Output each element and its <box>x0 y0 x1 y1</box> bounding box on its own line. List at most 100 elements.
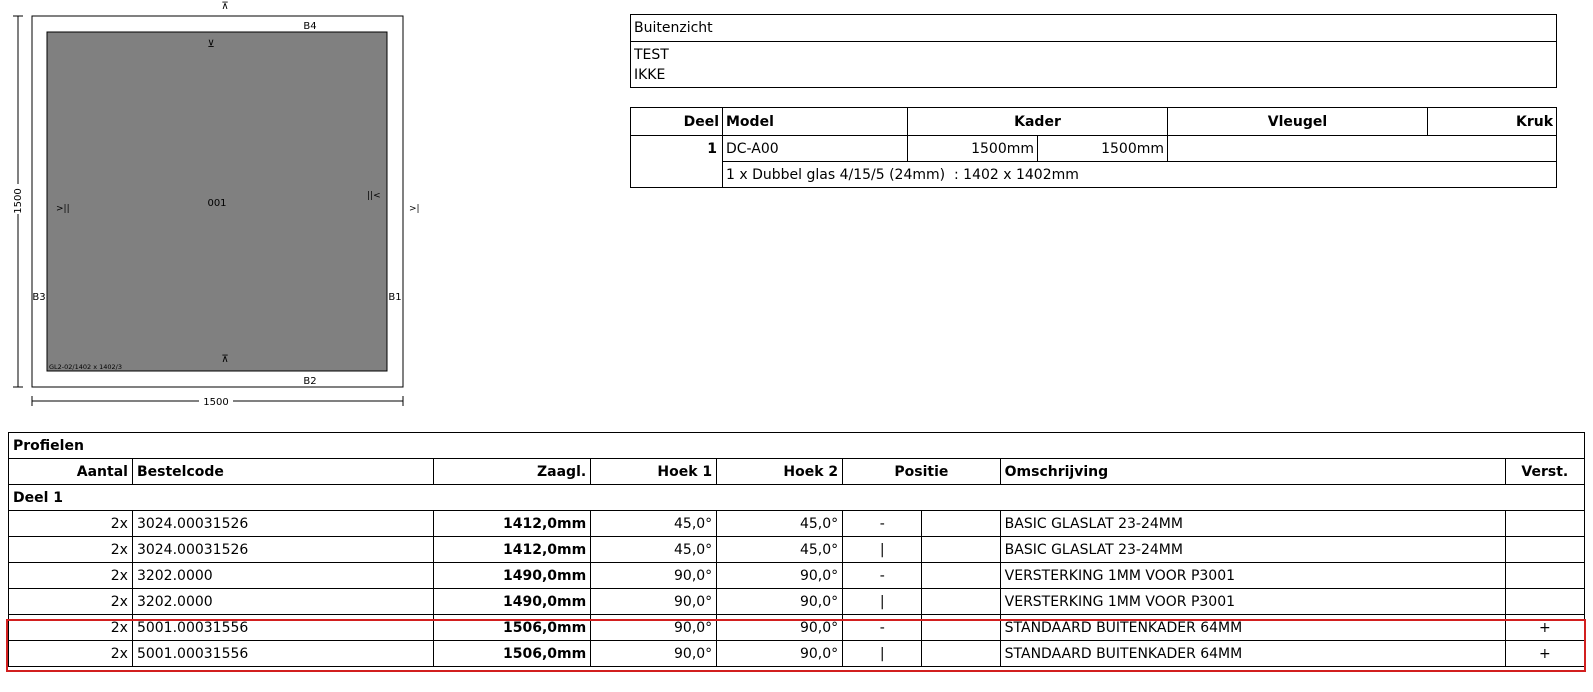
cell-bestelcode: 5001.00031556 <box>131 640 434 667</box>
table-row: 2x 5001.00031556 1506,0mm 90,0° 90,0° | STANDA… <box>8 640 1586 667</box>
cell-hoek2: 90,0° <box>716 588 844 615</box>
view-line-1: TEST <box>634 47 669 63</box>
table-row: 2x 3202.0000 1490,0mm 90,0° 90,0° - VERSTERKIN… <box>8 562 1586 589</box>
cell-hoek2: 45,0° <box>716 510 844 537</box>
header-hoek2: Hoek 2 <box>716 458 844 485</box>
cell-hoek1: 45,0° <box>590 510 718 537</box>
panel-top-mark: ⊻ <box>207 39 214 50</box>
panel-label: 001 <box>207 198 226 209</box>
cell-verst: + <box>1504 614 1586 641</box>
cell-positie: - <box>842 562 923 589</box>
header-aantal: Aantal <box>8 458 133 485</box>
label-b1: B1 <box>388 292 401 303</box>
cell-positie: | <box>842 536 923 563</box>
cell-omschrijving: VERSTERKING 1MM VOOR P3001 <box>999 562 1506 589</box>
parts-glass-line: 1 x Dubbel glas 4/15/5 (24mm) : 1402 x 1… <box>726 167 1079 183</box>
cell-zaagl: 1506,0mm <box>432 640 592 667</box>
width-dimension: 1500 <box>203 397 228 408</box>
positie-spacer-cell <box>921 562 1001 589</box>
cell-zaagl: 1412,0mm <box>432 536 592 563</box>
panel-bottom-mark: ⊼ <box>221 354 228 365</box>
cell-hoek2: 90,0° <box>716 562 844 589</box>
parts-header-vleugel: Vleugel <box>1267 114 1328 130</box>
window-drawing: ⊼ B4 B2 B3 B1 ⊻ ⊼ 001 >|| ||< >| GL2-02/… <box>12 1 420 408</box>
parts-header-kruk: Kruk <box>1515 114 1553 130</box>
positie-spacer-cell <box>921 588 1001 615</box>
outer-right-mark: >| <box>409 204 420 214</box>
cell-bestelcode: 3024.00031526 <box>131 510 434 537</box>
cell-positie: | <box>842 640 923 667</box>
positie-spacer-cell <box>921 510 1001 537</box>
cell-bestelcode: 3024.00031526 <box>131 536 434 563</box>
parts-kader-height: 1500mm <box>1101 141 1164 157</box>
cell-verst <box>1504 588 1586 615</box>
header-bestelcode: Bestelcode <box>131 458 434 485</box>
cell-positie: - <box>842 510 923 537</box>
header-positie: Positie <box>842 458 1001 485</box>
label-b3: B3 <box>32 292 45 303</box>
cell-hoek1: 90,0° <box>590 614 718 641</box>
cell-hoek2: 45,0° <box>716 536 844 563</box>
cell-omschrijving: VERSTERKING 1MM VOOR P3001 <box>999 588 1506 615</box>
table-row: 2x 3024.00031526 1412,0mm 45,0° 45,0° - BASIC … <box>8 510 1586 537</box>
table-row: 2x 3202.0000 1490,0mm 90,0° 90,0° | VERSTERKIN… <box>8 588 1586 615</box>
cell-zaagl: 1490,0mm <box>432 562 592 589</box>
view-box: Buitenzicht TEST IKKE <box>630 14 1557 88</box>
cell-zaagl: 1506,0mm <box>432 614 592 641</box>
header-hoek1: Hoek 1 <box>590 458 718 485</box>
cell-aantal: 2x <box>8 510 133 537</box>
cell-omschrijving: STANDAARD BUITENKADER 64MM <box>999 614 1506 641</box>
cell-omschrijving: BASIC GLASLAT 23-24MM <box>999 536 1506 563</box>
cell-zaagl: 1412,0mm <box>432 510 592 537</box>
parts-header-model: Model <box>726 114 774 130</box>
cell-omschrijving: BASIC GLASLAT 23-24MM <box>999 510 1506 537</box>
cell-aantal: 2x <box>8 588 133 615</box>
hinge-left-mark: >|| <box>56 204 70 214</box>
cell-bestelcode: 3202.0000 <box>131 562 434 589</box>
cell-hoek2: 90,0° <box>716 640 844 667</box>
cell-positie: | <box>842 588 923 615</box>
cell-aantal: 2x <box>8 562 133 589</box>
cell-omschrijving: STANDAARD BUITENKADER 64MM <box>999 640 1506 667</box>
cell-verst: + <box>1504 640 1586 667</box>
hinge-right-mark: ||< <box>367 191 381 201</box>
cell-aantal: 2x <box>8 536 133 563</box>
cell-hoek1: 90,0° <box>590 588 718 615</box>
table-row: 2x 3024.00031526 1412,0mm 45,0° 45,0° | BASIC … <box>8 536 1586 563</box>
cell-zaagl: 1490,0mm <box>432 588 592 615</box>
cell-verst <box>1504 536 1586 563</box>
profielen-table: Profielen Aantal Bestelcode Zaagl. Hoek … <box>8 432 1586 667</box>
cell-verst <box>1504 510 1586 537</box>
header-omschrijving: Omschrijving <box>999 458 1506 485</box>
parts-header-kader: Kader <box>1014 114 1061 130</box>
positie-spacer-cell <box>921 536 1001 563</box>
label-b4: B4 <box>303 21 316 32</box>
parts-header-deel: Deel <box>683 114 719 130</box>
cell-hoek1: 90,0° <box>590 640 718 667</box>
profielen-header-row: Aantal Bestelcode Zaagl. Hoek 1 Hoek 2 P… <box>8 458 1586 485</box>
table-row: 2x 5001.00031556 1506,0mm 90,0° 90,0° - STANDA… <box>8 614 1586 641</box>
cell-bestelcode: 5001.00031556 <box>131 614 434 641</box>
cell-positie: - <box>842 614 923 641</box>
profielen-title: Profielen <box>8 432 1585 459</box>
cell-aantal: 2x <box>8 614 133 641</box>
positie-spacer-cell <box>921 640 1001 667</box>
cell-hoek1: 45,0° <box>590 536 718 563</box>
label-b2: B2 <box>303 376 316 387</box>
positie-spacer-cell <box>921 614 1001 641</box>
glass-code: GL2-02/1402 x 1402/3 <box>49 363 122 371</box>
cell-aantal: 2x <box>8 640 133 667</box>
parts-kader-width: 1500mm <box>971 141 1034 157</box>
cell-bestelcode: 3202.0000 <box>131 588 434 615</box>
cell-verst <box>1504 562 1586 589</box>
view-line-2: IKKE <box>634 67 666 83</box>
view-title: Buitenzicht <box>634 20 713 36</box>
header-zaagl: Zaagl. <box>432 458 592 485</box>
parts-deel-value: 1 <box>707 141 717 157</box>
header-verst: Verst. <box>1504 458 1586 485</box>
cell-hoek2: 90,0° <box>716 614 844 641</box>
parts-model-value: DC-A00 <box>726 141 779 157</box>
group-deel-1: Deel 1 <box>8 484 1585 511</box>
top-mark: ⊼ <box>221 1 228 12</box>
parts-box: Deel Model Kader Vleugel Kruk 1 DC-A00 1… <box>630 107 1557 188</box>
